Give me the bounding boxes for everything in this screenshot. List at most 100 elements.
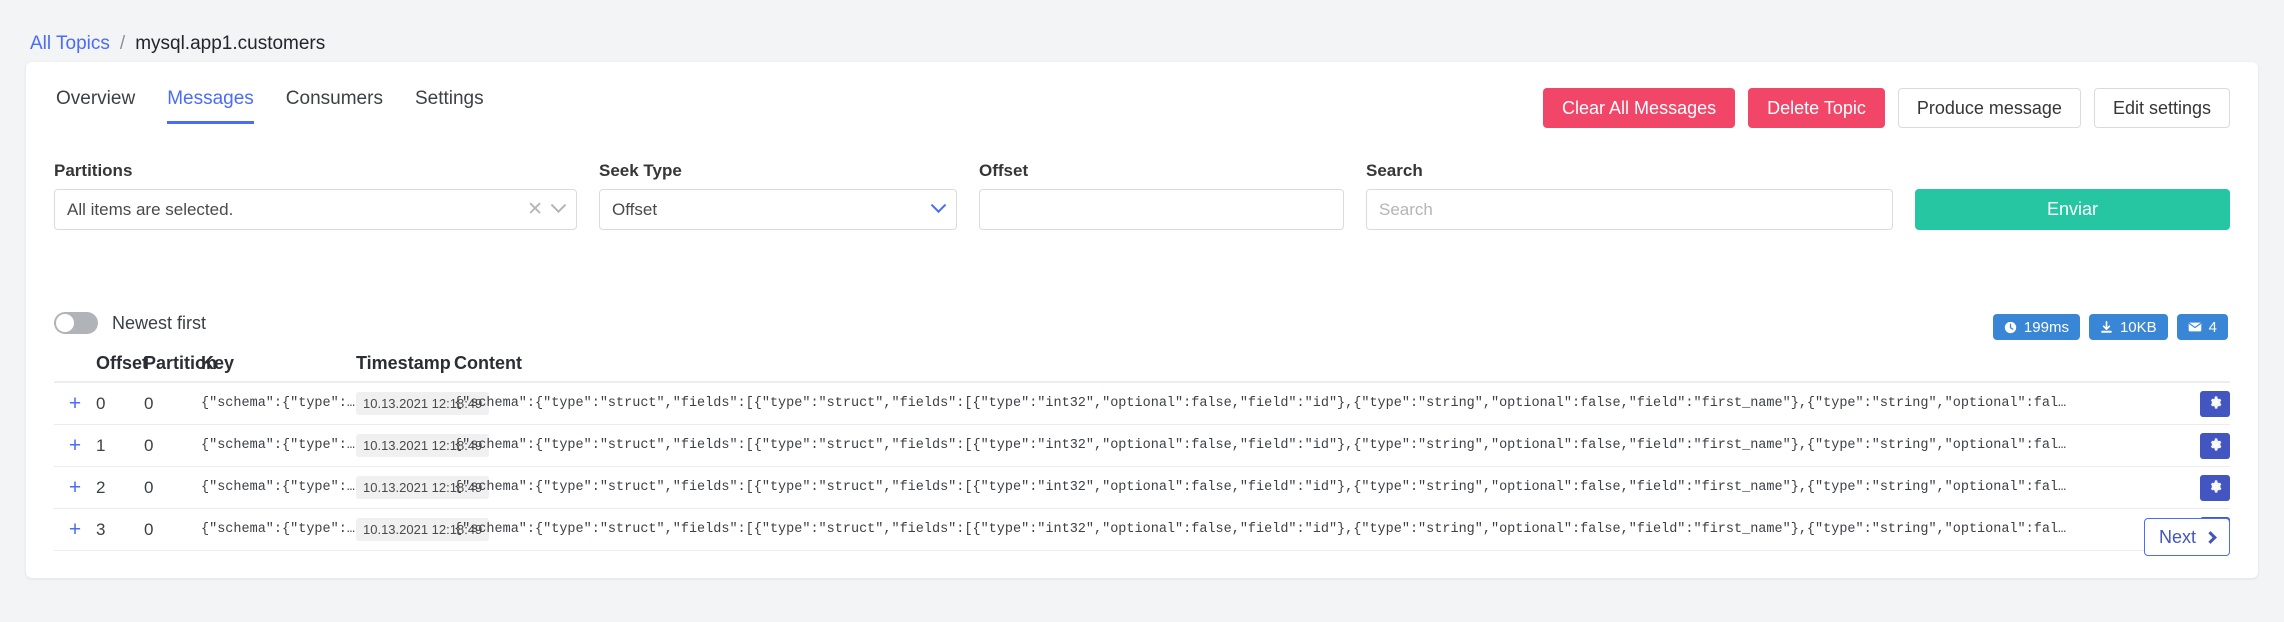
- offset-field: Offset: [979, 162, 1344, 230]
- expand-row-button[interactable]: +: [54, 393, 96, 415]
- delete-topic-button[interactable]: Delete Topic: [1748, 88, 1885, 128]
- plus-icon[interactable]: +: [69, 518, 81, 541]
- size-value: 10KB: [2119, 318, 2157, 336]
- row-settings-button[interactable]: [2200, 432, 2230, 459]
- table-row[interactable]: + 1 0 {"schema":{"type":"struct… 10.13.2…: [54, 425, 2230, 467]
- gear-icon: [2209, 395, 2222, 412]
- cell-content: {"schema":{"type":"struct","fields":[{"t…: [454, 396, 2067, 411]
- table-row[interactable]: + 2 0 {"schema":{"type":"struct… 10.13.2…: [54, 467, 2230, 509]
- status-badge-count: 4: [2176, 314, 2228, 340]
- cell-offset: 3: [96, 519, 106, 539]
- partitions-select-icons: ✕: [527, 197, 567, 219]
- cell-key: {"schema":{"type":"struct…: [201, 396, 356, 411]
- count-value: 4: [2208, 318, 2217, 336]
- cell-content: {"schema":{"type":"struct","fields":[{"t…: [454, 480, 2067, 495]
- partitions-field: Partitions All items are selected. ✕: [54, 162, 577, 230]
- filter-bar: Partitions All items are selected. ✕ See…: [26, 162, 2258, 230]
- search-label: Search: [1366, 161, 1423, 180]
- cell-content: {"schema":{"type":"struct","fields":[{"t…: [454, 522, 2067, 537]
- cell-partition: 0: [144, 519, 154, 539]
- seek-type-selected-value: Offset: [612, 199, 658, 219]
- gear-icon: [2209, 437, 2222, 454]
- cell-timestamp: 10.13.2021 12:18:49: [356, 476, 490, 499]
- next-page-label: Next: [2158, 526, 2196, 547]
- edit-settings-button[interactable]: Edit settings: [2093, 88, 2230, 128]
- table-header: Offset Partition Key Timestamp Content: [54, 345, 2230, 383]
- produce-message-button[interactable]: Produce message: [1897, 88, 2081, 128]
- expand-row-button[interactable]: +: [54, 477, 96, 499]
- plus-icon[interactable]: +: [69, 434, 81, 457]
- cell-partition: 0: [144, 435, 154, 455]
- chevron-down-icon[interactable]: [550, 197, 567, 214]
- cell-offset: 0: [96, 393, 106, 413]
- cell-timestamp: 10.13.2021 12:18:49: [356, 392, 490, 415]
- cell-content: {"schema":{"type":"struct","fields":[{"t…: [454, 438, 2067, 453]
- cell-actions: [2180, 432, 2230, 459]
- search-field: Search Search: [1366, 162, 1893, 230]
- cell-actions: [2180, 390, 2230, 417]
- column-header-key: Key: [201, 352, 235, 373]
- newest-first-label: Newest first: [112, 312, 207, 333]
- toggle-knob: [56, 314, 74, 332]
- breadcrumb-current-topic: mysql.app1.customers: [135, 33, 326, 54]
- newest-first-toggle[interactable]: [54, 312, 98, 334]
- tab-list: Overview Messages Consumers Settings: [26, 62, 484, 124]
- messages-table: Offset Partition Key Timestamp Content +…: [54, 345, 2230, 551]
- cell-partition: 0: [144, 393, 154, 413]
- seek-type-select[interactable]: Offset: [599, 189, 957, 230]
- tab-overview[interactable]: Overview: [56, 89, 135, 124]
- clear-all-messages-button[interactable]: Clear All Messages: [1543, 88, 1736, 128]
- close-icon[interactable]: ✕: [527, 200, 543, 219]
- row-settings-button[interactable]: [2200, 474, 2230, 501]
- tab-messages[interactable]: Messages: [167, 89, 254, 124]
- cell-key: {"schema":{"type":"struct…: [201, 438, 356, 453]
- submit-button[interactable]: Enviar: [1915, 189, 2230, 230]
- cell-key: {"schema":{"type":"struct…: [201, 480, 356, 495]
- column-header-partition: Partition: [144, 352, 218, 373]
- column-header-timestamp: Timestamp: [356, 352, 451, 373]
- plus-icon[interactable]: +: [69, 476, 81, 499]
- column-header-content: Content: [454, 352, 522, 373]
- offset-label: Offset: [979, 161, 1029, 180]
- download-icon: [2100, 320, 2113, 334]
- cell-key: {"schema":{"type":"struct…: [201, 522, 356, 537]
- seek-type-field: Seek Type Offset: [599, 162, 957, 230]
- newest-first-toggle-row: Newest first: [54, 312, 206, 334]
- table-row[interactable]: + 3 0 {"schema":{"type":"struct… 10.13.2…: [54, 509, 2230, 551]
- stats-badges: 199ms 10KB 4: [1992, 314, 2228, 340]
- clock-icon: [2004, 321, 2017, 334]
- breadcrumb-all-topics-link[interactable]: All Topics: [30, 33, 110, 55]
- topic-panel: Overview Messages Consumers Settings Cle…: [26, 62, 2258, 578]
- cell-partition: 0: [144, 477, 154, 497]
- tab-settings[interactable]: Settings: [415, 89, 484, 124]
- cell-timestamp: 10.13.2021 12:18:49: [356, 518, 490, 541]
- expand-row-button[interactable]: +: [54, 519, 96, 541]
- row-settings-button[interactable]: [2200, 390, 2230, 417]
- expand-row-button[interactable]: +: [54, 435, 96, 457]
- partitions-select[interactable]: All items are selected. ✕: [54, 189, 577, 230]
- plus-icon[interactable]: +: [69, 392, 81, 415]
- elapsed-value: 199ms: [2023, 318, 2069, 336]
- seek-type-label: Seek Type: [599, 161, 682, 180]
- status-badge-elapsed: 199ms: [1992, 314, 2080, 340]
- partitions-label: Partitions: [54, 161, 133, 180]
- search-input[interactable]: Search: [1366, 189, 1893, 230]
- chevron-down-icon[interactable]: [930, 197, 947, 214]
- tab-bar: Overview Messages Consumers Settings Cle…: [26, 62, 2258, 128]
- search-placeholder: Search: [1379, 199, 1433, 219]
- breadcrumb: All Topics / mysql.app1.customers: [0, 0, 2284, 62]
- offset-input[interactable]: [979, 189, 1344, 230]
- table-row[interactable]: + 0 0 {"schema":{"type":"struct… 10.13.2…: [54, 383, 2230, 425]
- tab-consumers[interactable]: Consumers: [286, 89, 383, 124]
- breadcrumb-separator: /: [119, 33, 126, 54]
- pagination: Next: [2143, 518, 2230, 556]
- cell-offset: 2: [96, 477, 106, 497]
- cell-timestamp: 10.13.2021 12:18:49: [356, 434, 490, 457]
- next-page-button[interactable]: Next: [2143, 518, 2230, 556]
- partitions-selected-value: All items are selected.: [67, 199, 234, 219]
- status-badge-size: 10KB: [2088, 314, 2168, 340]
- column-header-offset: Offset: [96, 352, 149, 373]
- envelope-icon: [2188, 321, 2202, 333]
- cell-actions: [2180, 474, 2230, 501]
- cell-offset: 1: [96, 435, 106, 455]
